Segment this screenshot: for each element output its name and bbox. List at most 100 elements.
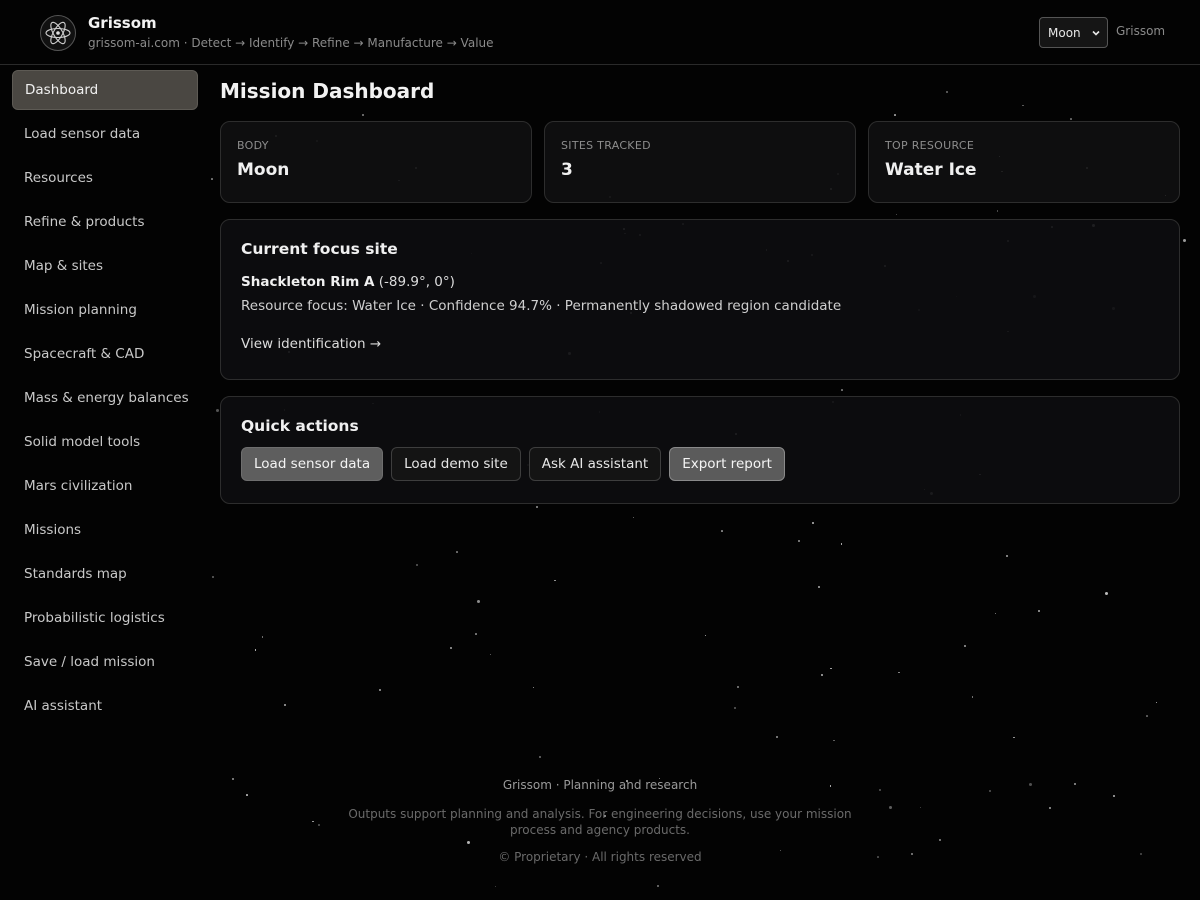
view-identification-link[interactable]: View identification → xyxy=(241,336,381,352)
brand-tagline: grissom-ai.com · Detect → Identify → Ref… xyxy=(88,36,494,50)
sidebar-item-label: Solid model tools xyxy=(24,434,141,450)
sidebar-item-label: Refine & products xyxy=(24,214,145,230)
star-dot xyxy=(1070,118,1072,120)
star-dot xyxy=(1013,736,1015,739)
sidebar-item-mission-planning[interactable]: Mission planning xyxy=(12,290,198,330)
star-dot xyxy=(632,516,635,519)
star-dot xyxy=(456,551,458,553)
site-name: Shackleton Rim A xyxy=(241,274,375,290)
sidebar-item-load-sensor-data[interactable]: Load sensor data xyxy=(12,114,198,154)
footer-disclaimer: Outputs support planning and analysis. F… xyxy=(348,807,852,837)
sidebar-item-standards-map[interactable]: Standards map xyxy=(12,554,198,594)
star-dot xyxy=(898,671,900,674)
sidebar-item-label: Missions xyxy=(24,522,82,538)
star-dot xyxy=(361,113,364,116)
sidebar-item-label: Spacecraft & CAD xyxy=(24,346,145,362)
sidebar-item-ai-assistant[interactable]: AI assistant xyxy=(12,686,198,726)
star-dot xyxy=(254,649,257,651)
sidebar-item-label: Dashboard xyxy=(25,82,99,98)
load-sensor-data-button[interactable]: Load sensor data xyxy=(241,447,384,481)
sidebar-item-mars-civilization[interactable]: Mars civilization xyxy=(12,466,198,506)
star-dot xyxy=(721,530,723,532)
focus-site-title: Current focus site xyxy=(241,240,398,258)
star-dot xyxy=(1005,555,1008,558)
star-dot xyxy=(475,633,477,635)
focus-site-panel: Current focus site Shackleton Rim A (-89… xyxy=(220,219,1180,380)
sidebar-item-mass-energy[interactable]: Mass & energy balances xyxy=(12,378,198,418)
stat-value: Water Ice xyxy=(885,160,977,180)
sidebar-item-solid-model-tools[interactable]: Solid model tools xyxy=(12,422,198,462)
star-dot xyxy=(798,540,801,543)
sidebar-item-spacecraft-cad[interactable]: Spacecraft & CAD xyxy=(12,334,198,374)
export-report-button[interactable]: Export report xyxy=(669,447,785,481)
star-dot xyxy=(830,667,832,670)
star-dot xyxy=(538,756,541,759)
sidebar-nav: Dashboard Load sensor data Resources Ref… xyxy=(12,70,198,730)
star-dot xyxy=(554,579,556,582)
star-dot xyxy=(489,653,492,656)
brand-name: Grissom xyxy=(88,14,157,32)
star-dot xyxy=(945,91,948,94)
star-dot xyxy=(737,685,740,688)
stat-label: BODY xyxy=(237,139,269,152)
stat-card-sites-tracked: SITES TRACKED 3 xyxy=(544,121,856,203)
star-dot xyxy=(894,114,896,116)
star-dot xyxy=(216,409,220,413)
quick-actions-panel: Quick actions Load sensor data Load demo… xyxy=(220,396,1180,504)
body-select-value: Moon xyxy=(1048,25,1081,40)
header-user-label: Grissom xyxy=(1116,24,1166,38)
sidebar-item-refine-products[interactable]: Refine & products xyxy=(12,202,198,242)
star-dot xyxy=(1146,715,1148,717)
stat-label: SITES TRACKED xyxy=(561,139,651,152)
star-dot xyxy=(261,636,264,638)
quick-actions-title: Quick actions xyxy=(241,417,359,435)
star-dot xyxy=(895,213,898,216)
star-dot xyxy=(449,646,452,649)
sidebar-item-label: Mass & energy balances xyxy=(24,390,189,406)
quick-actions-row: Load sensor data Load demo site Ask AI a… xyxy=(241,447,1159,481)
footer-copyright: © Proprietary · All rights reserved xyxy=(498,850,702,864)
sidebar-item-missions[interactable]: Missions xyxy=(12,510,198,550)
sidebar-item-dashboard[interactable]: Dashboard xyxy=(12,70,198,110)
star-dot xyxy=(775,735,778,738)
star-dot xyxy=(704,634,707,637)
star-dot xyxy=(996,210,999,212)
star-dot xyxy=(283,703,286,706)
body-select[interactable]: Moon xyxy=(1039,17,1108,48)
sidebar-item-label: Standards map xyxy=(24,566,127,582)
sidebar-item-label: Resources xyxy=(24,170,93,186)
load-demo-site-button[interactable]: Load demo site xyxy=(391,447,521,481)
chevron-down-icon xyxy=(1092,30,1100,36)
sidebar-item-probabilistic-logistics[interactable]: Probabilistic logistics xyxy=(12,598,198,638)
sidebar-item-label: Mission planning xyxy=(24,302,137,318)
sidebar-item-resources[interactable]: Resources xyxy=(12,158,198,198)
star-dot xyxy=(821,673,824,676)
atom-logo-icon xyxy=(40,15,76,51)
star-dot xyxy=(211,575,214,578)
stat-label: TOP RESOURCE xyxy=(885,139,975,152)
star-dot xyxy=(811,522,814,525)
star-dot xyxy=(841,389,843,391)
sidebar-item-label: AI assistant xyxy=(24,698,103,714)
star-dot xyxy=(964,644,967,647)
star-dot xyxy=(494,885,497,888)
sidebar-item-label: Probabilistic logistics xyxy=(24,610,165,626)
resource-focus-line: Resource focus: Water Ice · Confidence 9… xyxy=(241,298,842,314)
star-dot xyxy=(415,564,418,567)
star-dot xyxy=(994,612,997,615)
star-dot xyxy=(971,696,974,698)
stat-value: Moon xyxy=(237,160,290,180)
page-footer: Grissom · Planning and research Outputs … xyxy=(0,778,1200,864)
sidebar-item-label: Save / load mission xyxy=(24,654,155,670)
sidebar-item-save-load-mission[interactable]: Save / load mission xyxy=(12,642,198,682)
sidebar-item-label: Mars civilization xyxy=(24,478,133,494)
star-dot xyxy=(1022,104,1024,107)
sidebar-item-label: Map & sites xyxy=(24,258,104,274)
top-header: Grissom grissom-ai.com · Detect → Identi… xyxy=(0,0,1200,65)
ask-ai-assistant-button[interactable]: Ask AI assistant xyxy=(528,447,662,481)
star-dot xyxy=(833,739,835,742)
star-dot xyxy=(1038,609,1041,612)
sidebar-item-map-sites[interactable]: Map & sites xyxy=(12,246,198,286)
star-dot xyxy=(817,586,820,589)
star-dot xyxy=(211,178,213,180)
